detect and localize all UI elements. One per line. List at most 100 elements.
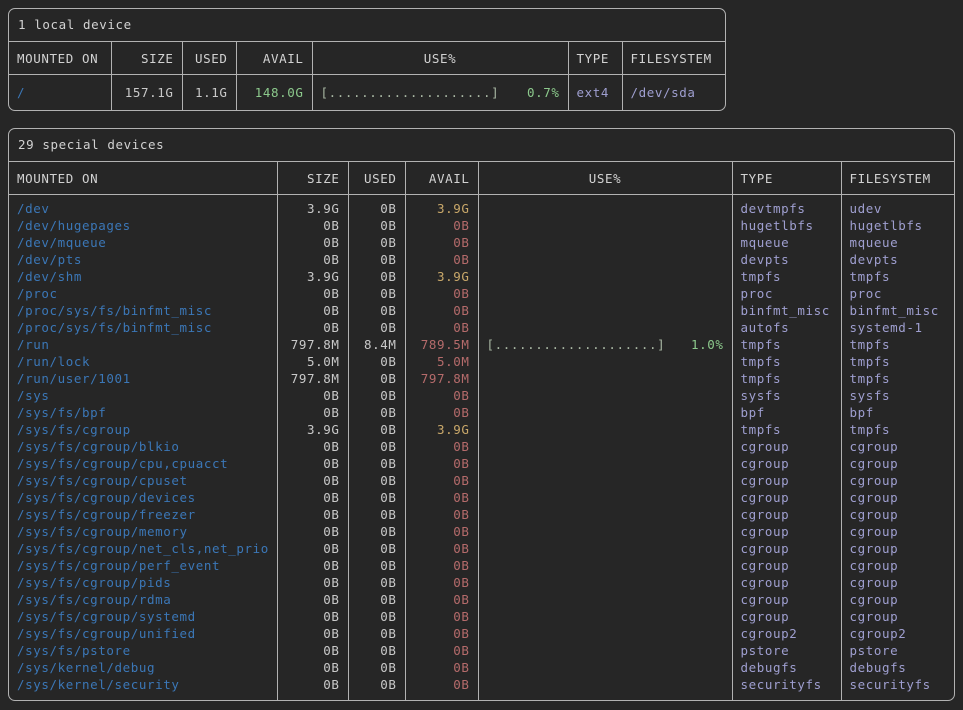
- mount-point: /dev/mqueue: [9, 234, 277, 251]
- fs-type: devpts: [732, 251, 841, 268]
- mount-point: /dev/pts: [9, 251, 277, 268]
- filesystem-name: tmpfs: [841, 370, 954, 387]
- size-value: 0B: [277, 523, 348, 540]
- usage-cell: [478, 625, 732, 642]
- mount-point: /dev/hugepages: [9, 217, 277, 234]
- header-row: MOUNTED ON SIZE USED AVAIL USE% TYPE FIL…: [9, 162, 954, 195]
- table-row: /run/user/1001 797.8M 0B 797.8M tmpfs tm…: [9, 370, 954, 387]
- size-value: 0B: [277, 591, 348, 608]
- used-value: 0B: [348, 319, 405, 336]
- used-value: 0B: [348, 268, 405, 285]
- size-value: 0B: [277, 625, 348, 642]
- usage-cell: [478, 676, 732, 700]
- avail-value: 3.9G: [405, 421, 478, 438]
- mount-point: /sys/fs/cgroup/cpuset: [9, 472, 277, 489]
- used-value: 0B: [348, 455, 405, 472]
- col-header-use-percent: USE%: [478, 162, 732, 195]
- fs-type: tmpfs: [732, 268, 841, 285]
- used-value: 0B: [348, 370, 405, 387]
- col-header-avail: AVAIL: [236, 42, 312, 75]
- mount-point: /sys/fs/cgroup/memory: [9, 523, 277, 540]
- mount-point: /proc/sys/fs/binfmt_misc: [9, 302, 277, 319]
- size-value: 0B: [277, 234, 348, 251]
- usage-cell: [478, 540, 732, 557]
- usage-cell: [478, 404, 732, 421]
- fs-type: autofs: [732, 319, 841, 336]
- table-row: /dev/mqueue 0B 0B 0B mqueue mqueue: [9, 234, 954, 251]
- col-header-filesystem: FILESYSTEM: [622, 42, 725, 75]
- mount-point: /sys/fs/cgroup/blkio: [9, 438, 277, 455]
- mount-point: /run/user/1001: [9, 370, 277, 387]
- usage-cell: [478, 472, 732, 489]
- fs-type: debugfs: [732, 659, 841, 676]
- col-header-size: SIZE: [277, 162, 348, 195]
- fs-type: cgroup: [732, 472, 841, 489]
- usage-cell: [478, 608, 732, 625]
- mount-point: /sys/fs/bpf: [9, 404, 277, 421]
- avail-value: 3.9G: [405, 268, 478, 285]
- fs-type: cgroup: [732, 608, 841, 625]
- filesystem-name: debugfs: [841, 659, 954, 676]
- avail-value: 0B: [405, 506, 478, 523]
- size-value: 0B: [277, 540, 348, 557]
- table-row: /run 797.8M 8.4M 789.5M [...............…: [9, 336, 954, 353]
- mount-point: /sys/fs/pstore: [9, 642, 277, 659]
- fs-type: cgroup: [732, 455, 841, 472]
- usage-cell: [478, 659, 732, 676]
- used-value: 0B: [348, 234, 405, 251]
- mount-point: /sys/fs/cgroup/systemd: [9, 608, 277, 625]
- size-value: 5.0M: [277, 353, 348, 370]
- local-devices-table: MOUNTED ON SIZE USED AVAIL USE% TYPE FIL…: [9, 41, 725, 110]
- fs-type: cgroup: [732, 557, 841, 574]
- used-value: 0B: [348, 642, 405, 659]
- fs-type: cgroup2: [732, 625, 841, 642]
- size-value: 797.8M: [277, 336, 348, 353]
- used-value: 0B: [348, 195, 405, 218]
- avail-value: 797.8M: [405, 370, 478, 387]
- used-value: 0B: [348, 574, 405, 591]
- avail-value: 0B: [405, 523, 478, 540]
- avail-value: 0B: [405, 557, 478, 574]
- table-row: /sys/fs/cgroup 3.9G 0B 3.9G tmpfs tmpfs: [9, 421, 954, 438]
- fs-type: mqueue: [732, 234, 841, 251]
- usage-cell: [478, 506, 732, 523]
- table-row: /sys/fs/pstore 0B 0B 0B pstore pstore: [9, 642, 954, 659]
- filesystem-name: securityfs: [841, 676, 954, 700]
- fs-type: proc: [732, 285, 841, 302]
- table-row: /sys/fs/cgroup/systemd 0B 0B 0B cgroup c…: [9, 608, 954, 625]
- filesystem-name: tmpfs: [841, 353, 954, 370]
- usage-cell: [478, 370, 732, 387]
- fs-type: cgroup: [732, 523, 841, 540]
- used-value: 0B: [348, 472, 405, 489]
- fs-type: cgroup: [732, 540, 841, 557]
- mount-point: /dev/shm: [9, 268, 277, 285]
- size-value: 0B: [277, 489, 348, 506]
- terminal-output[interactable]: 1 local device MOUNTED ON SIZE USED AVAI…: [0, 0, 963, 710]
- used-value: 0B: [348, 251, 405, 268]
- size-value: 0B: [277, 302, 348, 319]
- size-value: 0B: [277, 387, 348, 404]
- filesystem-name: cgroup: [841, 455, 954, 472]
- filesystem-name: proc: [841, 285, 954, 302]
- mount-point: /sys/fs/cgroup/devices: [9, 489, 277, 506]
- used-value: 0B: [348, 659, 405, 676]
- mount-point: /dev: [9, 195, 277, 218]
- table-row: /sys/fs/bpf 0B 0B 0B bpf bpf: [9, 404, 954, 421]
- fs-type: cgroup: [732, 438, 841, 455]
- col-header-used: USED: [348, 162, 405, 195]
- avail-value: 148.0G: [236, 75, 312, 111]
- col-header-mounted-on: MOUNTED ON: [9, 162, 277, 195]
- avail-value: 0B: [405, 591, 478, 608]
- usage-cell: [478, 591, 732, 608]
- used-value: 8.4M: [348, 336, 405, 353]
- usage-cell: [478, 234, 732, 251]
- mount-point: /sys/fs/cgroup/perf_event: [9, 557, 277, 574]
- mount-point: /sys/fs/cgroup/freezer: [9, 506, 277, 523]
- avail-value: 0B: [405, 642, 478, 659]
- table-row: /proc/sys/fs/binfmt_misc 0B 0B 0B autofs…: [9, 319, 954, 336]
- usage-percent: 1.0%: [691, 336, 724, 353]
- avail-value: 0B: [405, 251, 478, 268]
- size-value: 0B: [277, 251, 348, 268]
- fs-type: tmpfs: [732, 336, 841, 353]
- col-header-type: TYPE: [568, 42, 622, 75]
